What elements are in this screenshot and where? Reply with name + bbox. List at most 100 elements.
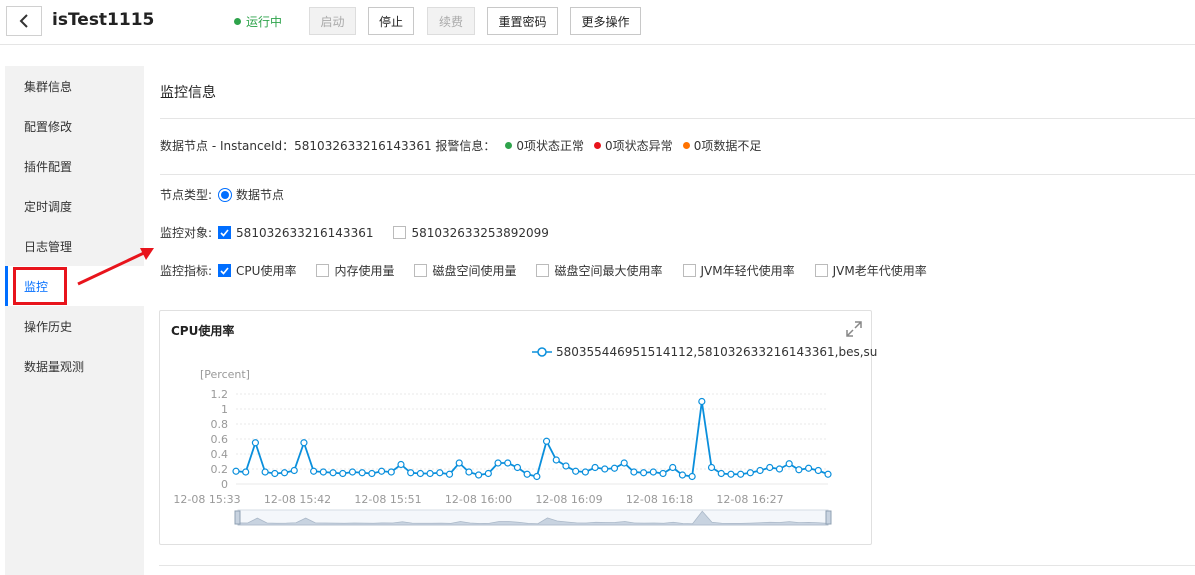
data-point <box>591 463 599 472</box>
metric-checkbox-disk-max[interactable]: 磁盘空间最大使用率 <box>536 262 663 279</box>
sidebar: 集群信息 配置修改 插件配置 定时调度 日志管理 监控 操作历史 数据量观测 <box>5 66 144 575</box>
node-type-radio-data[interactable]: 数据节点 <box>218 186 284 203</box>
data-point <box>513 463 522 472</box>
x-tick-label: 12-08 16:00 <box>445 493 512 506</box>
checkbox-label: JVM老年代使用率 <box>832 264 927 278</box>
divider <box>159 565 1195 566</box>
data-point <box>271 469 279 478</box>
sidebar-item-data-volume[interactable]: 数据量观测 <box>5 346 144 386</box>
data-point <box>377 467 386 475</box>
sidebar-item-schedule[interactable]: 定时调度 <box>5 186 144 226</box>
data-point <box>242 468 250 476</box>
data-point <box>601 465 609 473</box>
metric-checkbox-jvm-young[interactable]: JVM年轻代使用率 <box>682 262 795 279</box>
data-point <box>397 460 405 469</box>
annotation-highlight-box <box>13 267 67 305</box>
target-checkbox-1[interactable]: 581032633253892099 <box>393 226 549 240</box>
data-point <box>795 466 803 474</box>
data-point <box>678 471 687 479</box>
data-point <box>737 470 745 478</box>
radio-label: 数据节点 <box>236 188 285 202</box>
metrics-label: 监控指标: <box>160 264 213 278</box>
y-tick-label: 1.2 <box>211 388 229 401</box>
y-tick-label: 0.2 <box>211 463 229 476</box>
chevron-left-icon <box>19 14 28 28</box>
metric-checkbox-memory[interactable]: 内存使用量 <box>316 262 394 279</box>
metric-checkbox-disk[interactable]: 磁盘空间使用量 <box>414 262 516 279</box>
data-point <box>659 469 667 478</box>
data-point <box>572 467 580 475</box>
data-point <box>494 459 502 467</box>
sidebar-item-label: 数据量观测 <box>24 359 85 374</box>
sidebar-item-label: 定时调度 <box>24 199 73 214</box>
data-point <box>416 469 424 478</box>
data-point <box>504 459 512 467</box>
sidebar-item-label: 日志管理 <box>24 239 73 254</box>
metrics-row: 监控指标: CPU使用率 内存使用量 磁盘空间使用量 磁盘空间最大使用率 JVM… <box>160 262 927 279</box>
divider <box>160 174 1195 175</box>
node-type-label: 节点类型: <box>160 188 213 202</box>
sidebar-item-label: 配置修改 <box>24 119 73 134</box>
data-point <box>669 463 677 472</box>
start-button[interactable]: 启动 <box>309 7 356 35</box>
data-point <box>756 466 764 475</box>
metric-checkbox-cpu[interactable]: CPU使用率 <box>218 262 296 279</box>
section-title: 监控信息 <box>160 85 216 101</box>
target-checkbox-0[interactable]: 581032633216143361 <box>218 226 373 240</box>
data-point <box>232 467 240 475</box>
back-button[interactable] <box>6 6 42 36</box>
checkbox-label: 磁盘空间最大使用率 <box>554 264 663 278</box>
y-tick-label: 0 <box>221 478 228 491</box>
sidebar-item-label: 操作历史 <box>24 319 73 334</box>
sidebar-item-history[interactable]: 操作历史 <box>5 306 144 346</box>
renew-button[interactable]: 续费 <box>427 7 475 35</box>
data-point <box>785 460 793 468</box>
y-tick-label: 1 <box>221 403 228 416</box>
sidebar-item-plugins[interactable]: 插件配置 <box>5 146 144 186</box>
data-point <box>465 468 473 476</box>
data-point <box>640 469 648 477</box>
data-point <box>261 468 269 476</box>
y-tick-label: 0.8 <box>211 418 229 431</box>
metric-checkbox-jvm-old[interactable]: JVM老年代使用率 <box>814 262 927 279</box>
status-abnormal-dot-icon <box>594 142 602 149</box>
data-point <box>775 465 784 473</box>
more-actions-button[interactable]: 更多操作 <box>570 7 641 35</box>
data-point <box>300 439 308 447</box>
checkbox-label: JVM年轻代使用率 <box>700 264 795 278</box>
reset-password-button[interactable]: 重置密码 <box>487 7 558 35</box>
zoom-handle-left <box>234 510 241 525</box>
data-point <box>562 462 570 470</box>
sidebar-item-label: 集群信息 <box>24 79 73 94</box>
sidebar-item-config[interactable]: 配置修改 <box>5 106 144 146</box>
zoom-handle-right <box>825 510 832 525</box>
data-point <box>746 469 754 477</box>
alarm-insufficient: 0项数据不足 <box>693 139 762 153</box>
target-row: 监控对象: 581032633216143361 581032633253892… <box>160 224 549 241</box>
x-tick-label: 12-08 15:42 <box>264 493 331 506</box>
status-badge: 运行中 <box>234 13 282 30</box>
cpu-usage-chart[interactable]: [Percent] 0 0.2 0.4 0.6 0.8 1 1.2 12-08 15:33 12-… <box>160 311 871 544</box>
data-point <box>358 469 366 477</box>
status-text: 运行中 <box>246 15 283 29</box>
x-tick-label: 12-08 16:27 <box>716 493 783 506</box>
data-point <box>533 472 541 481</box>
chart-card: CPU使用率 580355446951514112,58103263321614… <box>159 310 877 545</box>
checkbox-unchecked-icon <box>536 264 550 277</box>
data-point <box>329 469 337 477</box>
data-point <box>387 468 395 476</box>
data-point <box>804 464 813 472</box>
data-point <box>717 469 725 478</box>
alarm-info: 数据节点 - InstanceId：581032633216143361 报警信… <box>160 137 761 154</box>
annotation-arrow-icon <box>77 248 154 286</box>
sidebar-item-label: 插件配置 <box>24 159 73 174</box>
stop-button[interactable]: 停止 <box>368 7 414 35</box>
checkbox-label: 内存使用量 <box>334 264 395 278</box>
sidebar-item-cluster-info[interactable]: 集群信息 <box>5 66 144 106</box>
data-point <box>319 468 327 476</box>
y-axis-label: [Percent] <box>200 368 250 381</box>
data-point <box>407 469 415 477</box>
checkbox-unchecked-icon <box>393 226 407 239</box>
divider <box>160 118 1195 119</box>
data-point <box>610 464 619 472</box>
